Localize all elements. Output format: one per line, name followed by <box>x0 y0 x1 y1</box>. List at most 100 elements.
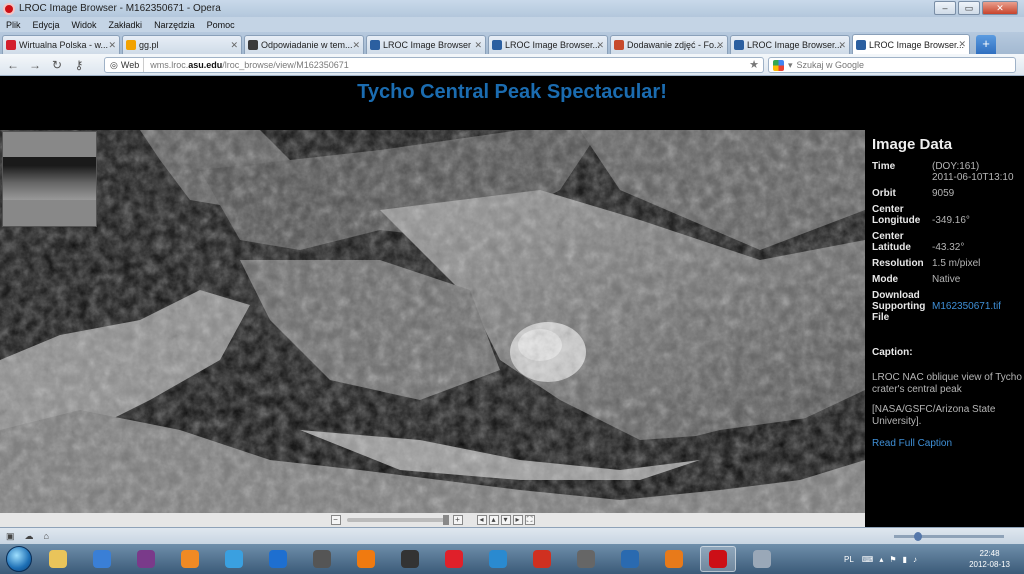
winamp-icon-glyph <box>93 550 111 568</box>
pan-up-button[interactable]: ▴ <box>488 515 499 525</box>
blue-disk-icon-glyph <box>489 550 507 568</box>
cloud-icon[interactable]: ☁ <box>25 531 34 542</box>
data-row: File <box>872 312 890 323</box>
menu-plik[interactable]: Plik <box>6 20 21 30</box>
tab-close-icon[interactable]: ✕ <box>474 40 482 51</box>
tab-close-icon[interactable]: ✕ <box>352 40 360 51</box>
menu-edycja[interactable]: Edycja <box>33 20 60 30</box>
tab-lroc-3[interactable]: LROC Image Browser... ✕ <box>730 35 850 54</box>
zoom-slider[interactable] <box>346 515 449 525</box>
data-row: Longitude -349.16° <box>872 215 970 226</box>
caption-credit: [NASA/GSFC/Arizona State University]. <box>872 404 996 427</box>
minimize-button[interactable]: – <box>934 1 956 15</box>
media-player-icon[interactable] <box>172 546 208 572</box>
monitor-icon[interactable] <box>612 546 648 572</box>
tab-close-icon[interactable]: ✕ <box>230 40 238 51</box>
key-icon[interactable]: ⚷ <box>70 57 88 73</box>
data-row: 2011-06-10T13:10 <box>932 172 1014 183</box>
image-data-panel: Image Data Time (DOY:161) 2011-06-10T13:1… <box>866 130 1024 528</box>
network-icon[interactable] <box>216 546 252 572</box>
tab-close-icon[interactable]: ✕ <box>838 40 846 51</box>
tab-lroc-1[interactable]: LROC Image Browser ✕ <box>366 35 486 54</box>
back-icon[interactable]: ← <box>4 57 22 73</box>
zoom-out-button[interactable]: − <box>330 515 341 525</box>
winamp-icon[interactable] <box>84 546 120 572</box>
wrench-icon-glyph <box>577 550 595 568</box>
photo-icon <box>614 40 624 50</box>
menu-widok[interactable]: Widok <box>72 20 97 30</box>
ea-icon[interactable] <box>392 546 428 572</box>
search-dropdown-icon[interactable]: ▾ <box>788 60 793 71</box>
volume-icon[interactable]: ♪ <box>913 555 917 564</box>
tab-wirtualna-polska[interactable]: Wirtualna Polska - w... ✕ <box>2 35 120 54</box>
tab-close-icon[interactable]: ✕ <box>716 40 724 51</box>
tab-close-icon[interactable]: ✕ <box>108 40 116 51</box>
keyboard-icon[interactable]: ⌨ <box>862 555 874 564</box>
search-field[interactable]: ▾ Szukaj w Google <box>768 57 1016 73</box>
clock-date: 2012-08-13 <box>969 560 1010 569</box>
web-badge[interactable]: ◎ Web <box>106 58 145 72</box>
tab-close-icon[interactable]: ✕ <box>958 39 966 50</box>
clock[interactable]: 22:48 2012-08-13 <box>969 548 1010 570</box>
data-row: Time (DOY:161) <box>872 161 980 172</box>
download-file-link[interactable]: M162350671.tif <box>932 301 1001 312</box>
blue-disk-icon[interactable] <box>480 546 516 572</box>
red-star-icon[interactable] <box>436 546 472 572</box>
page-zoom-slider[interactable] <box>894 532 1004 541</box>
firefox-icon-glyph <box>665 550 683 568</box>
bookmark-star-icon[interactable]: ★ <box>749 58 759 71</box>
search-placeholder: Szukaj w Google <box>796 60 865 70</box>
winrar-icon[interactable] <box>128 546 164 572</box>
close-button[interactable]: ✕ <box>982 1 1018 15</box>
red-game-icon[interactable] <box>524 546 560 572</box>
data-row: Center <box>872 204 904 215</box>
opera-logo-icon <box>3 2 15 15</box>
tab-close-icon[interactable]: ✕ <box>596 40 604 51</box>
tab-lroc-active[interactable]: LROC Image Browser... ✕ <box>852 34 970 54</box>
explorer-icon-glyph <box>49 550 67 568</box>
orange-icon[interactable] <box>348 546 384 572</box>
tab-dodawanie[interactable]: Dodawanie zdjęć - Fo... ✕ <box>610 35 728 54</box>
menu-narzedzia[interactable]: Narzędzia <box>154 20 195 30</box>
forum-icon <box>248 40 258 50</box>
new-tab-button[interactable]: + <box>976 35 996 54</box>
ea-icon-glyph <box>401 550 419 568</box>
zoom-in-button[interactable]: + <box>452 515 463 525</box>
menu-zakladki[interactable]: Zakładki <box>109 20 143 30</box>
speed-dial-icon[interactable]: ⌂ <box>44 531 49 541</box>
address-field[interactable]: ◎ Web wms.lroc.asu.edu/lroc_browse/view/… <box>104 57 764 73</box>
pan-right-button[interactable]: ▸ <box>512 515 523 525</box>
navigator-thumbnail[interactable] <box>2 131 97 227</box>
menu-pomoc[interactable]: Pomoc <box>207 20 235 30</box>
network-icon-glyph <box>225 550 243 568</box>
firefox-icon[interactable] <box>656 546 692 572</box>
maximize-button[interactable]: ▭ <box>958 1 980 15</box>
url-text[interactable]: wms.lroc.asu.edu/lroc_browse/view/M16235… <box>150 60 349 70</box>
misc-icon[interactable] <box>744 546 780 572</box>
tab-gg[interactable]: gg.pl ✕ <box>122 35 242 54</box>
panel-toggle-icon[interactable]: ▣ <box>6 531 15 542</box>
network-signal-icon[interactable]: ▮ <box>903 555 907 564</box>
tab-lroc-2[interactable]: LROC Image Browser... ✕ <box>488 35 608 54</box>
fullscreen-button[interactable]: ⛶ <box>524 515 535 525</box>
explorer-icon[interactable] <box>40 546 76 572</box>
pan-down-button[interactable]: ▾ <box>500 515 511 525</box>
forward-icon[interactable]: → <box>26 57 44 73</box>
caption-title: Caption: <box>872 347 913 358</box>
tab-odpowiadanie[interactable]: Odpowiadanie w tem... ✕ <box>244 35 364 54</box>
mouse-icon[interactable] <box>304 546 340 572</box>
bc-icon[interactable] <box>260 546 296 572</box>
pan-left-button[interactable]: ◂ <box>476 515 487 525</box>
reload-icon[interactable]: ↻ <box>48 57 66 73</box>
lunar-image[interactable] <box>0 130 865 513</box>
read-full-caption-link[interactable]: Read Full Caption <box>872 438 1024 449</box>
opera-icon[interactable] <box>700 546 736 572</box>
wrench-icon[interactable] <box>568 546 604 572</box>
flag-icon[interactable]: ⚑ <box>889 555 896 564</box>
language-indicator[interactable]: PL <box>844 555 854 564</box>
misc-icon-glyph <box>753 550 771 568</box>
start-button[interactable] <box>6 546 32 572</box>
navigation-bar: ← → ↻ ⚷ ◎ Web wms.lroc.asu.edu/lroc_brow… <box>0 54 1024 76</box>
menu-bar: Plik Edycja Widok Zakładki Narzędzia Pom… <box>0 17 1024 32</box>
show-hidden-icon[interactable]: ▴ <box>879 555 883 564</box>
